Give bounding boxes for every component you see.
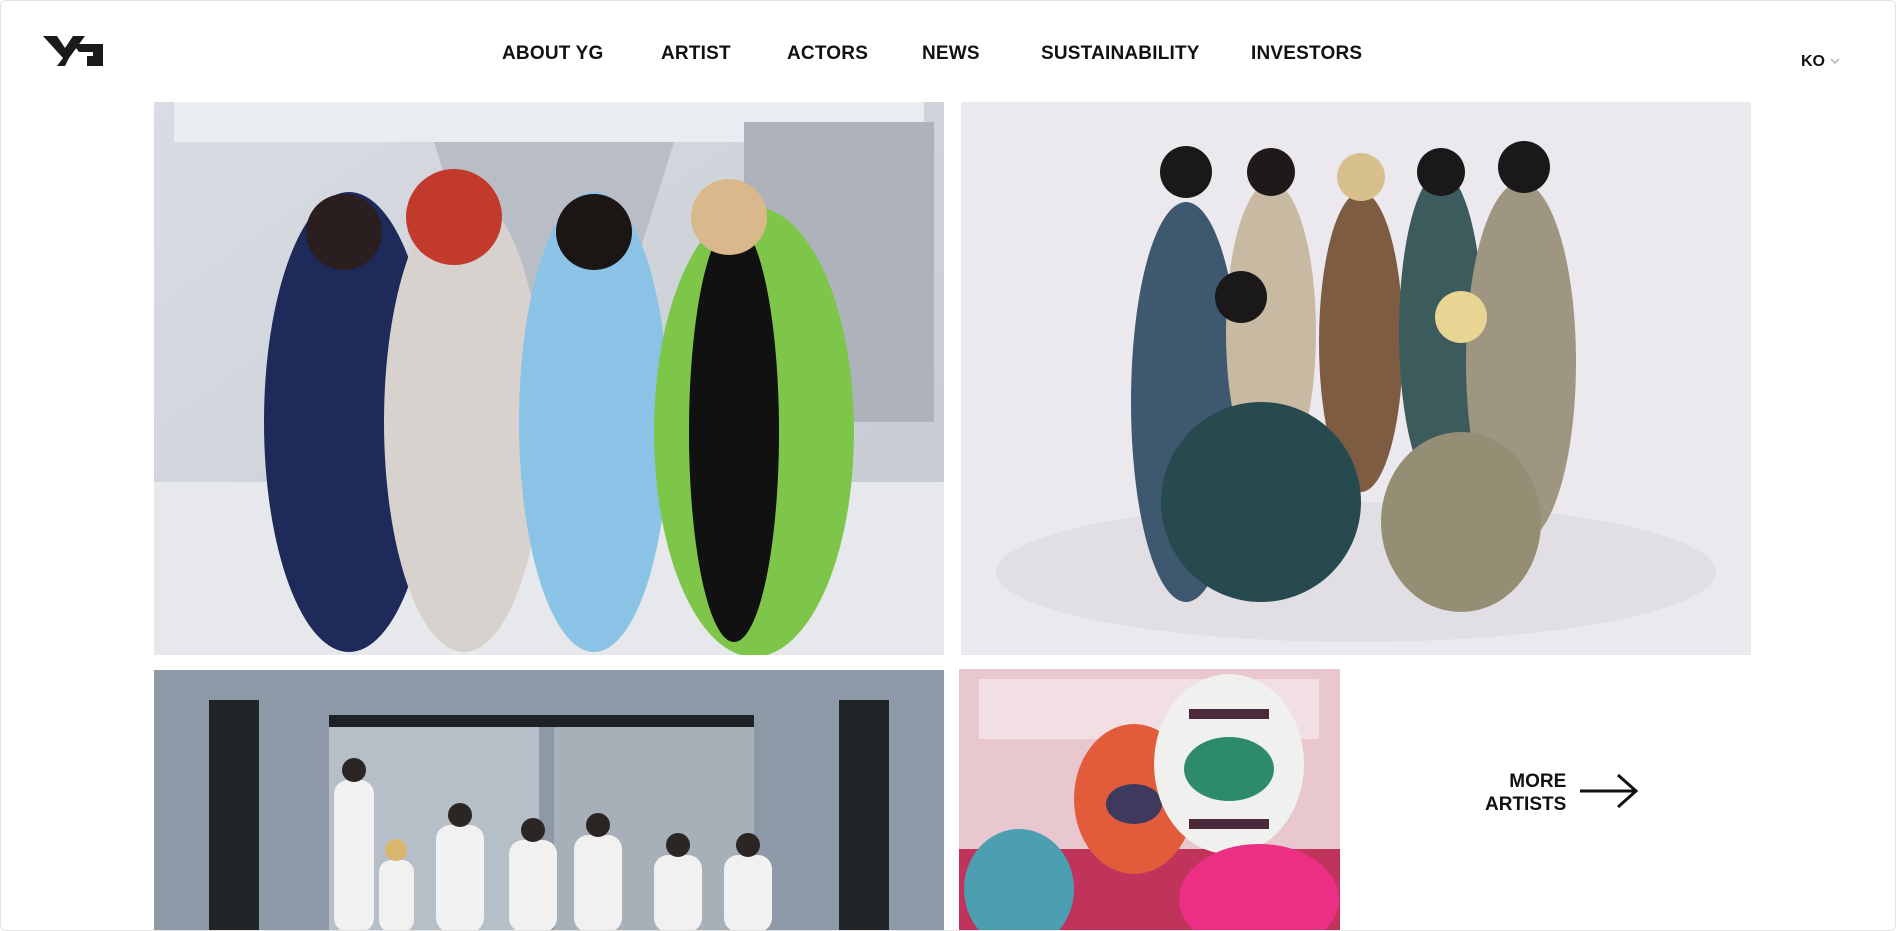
nav-about-yg[interactable]: ABOUT YG xyxy=(502,43,604,65)
artist-photo-4[interactable] xyxy=(959,669,1340,930)
nav-artist[interactable]: ARTIST xyxy=(661,43,731,65)
page-frame: ABOUT YG ARTIST ACTORS NEWS SUSTAINABILI… xyxy=(0,0,1896,931)
nav-news[interactable]: NEWS xyxy=(922,43,980,65)
nav-actors[interactable]: ACTORS xyxy=(787,43,868,65)
artist-photo-3[interactable] xyxy=(154,670,944,930)
chevron-down-icon xyxy=(1829,53,1841,71)
more-artists-label: MORE ARTISTS xyxy=(1485,770,1566,816)
artist-photo-2[interactable] xyxy=(961,102,1751,655)
more-line-1: MORE xyxy=(1509,771,1567,792)
language-selector[interactable]: KO xyxy=(1801,53,1841,71)
nav-investors[interactable]: INVESTORS xyxy=(1251,43,1362,65)
more-artists-link[interactable]: MORE ARTISTS xyxy=(1485,770,1640,816)
nav-sustainability[interactable]: SUSTAINABILITY xyxy=(1041,43,1200,65)
artist-photo-1[interactable] xyxy=(154,102,944,655)
language-label: KO xyxy=(1801,53,1825,70)
arrow-right-icon xyxy=(1578,771,1640,816)
yg-logo-icon[interactable] xyxy=(43,34,103,66)
more-line-2: ARTISTS xyxy=(1485,794,1567,815)
